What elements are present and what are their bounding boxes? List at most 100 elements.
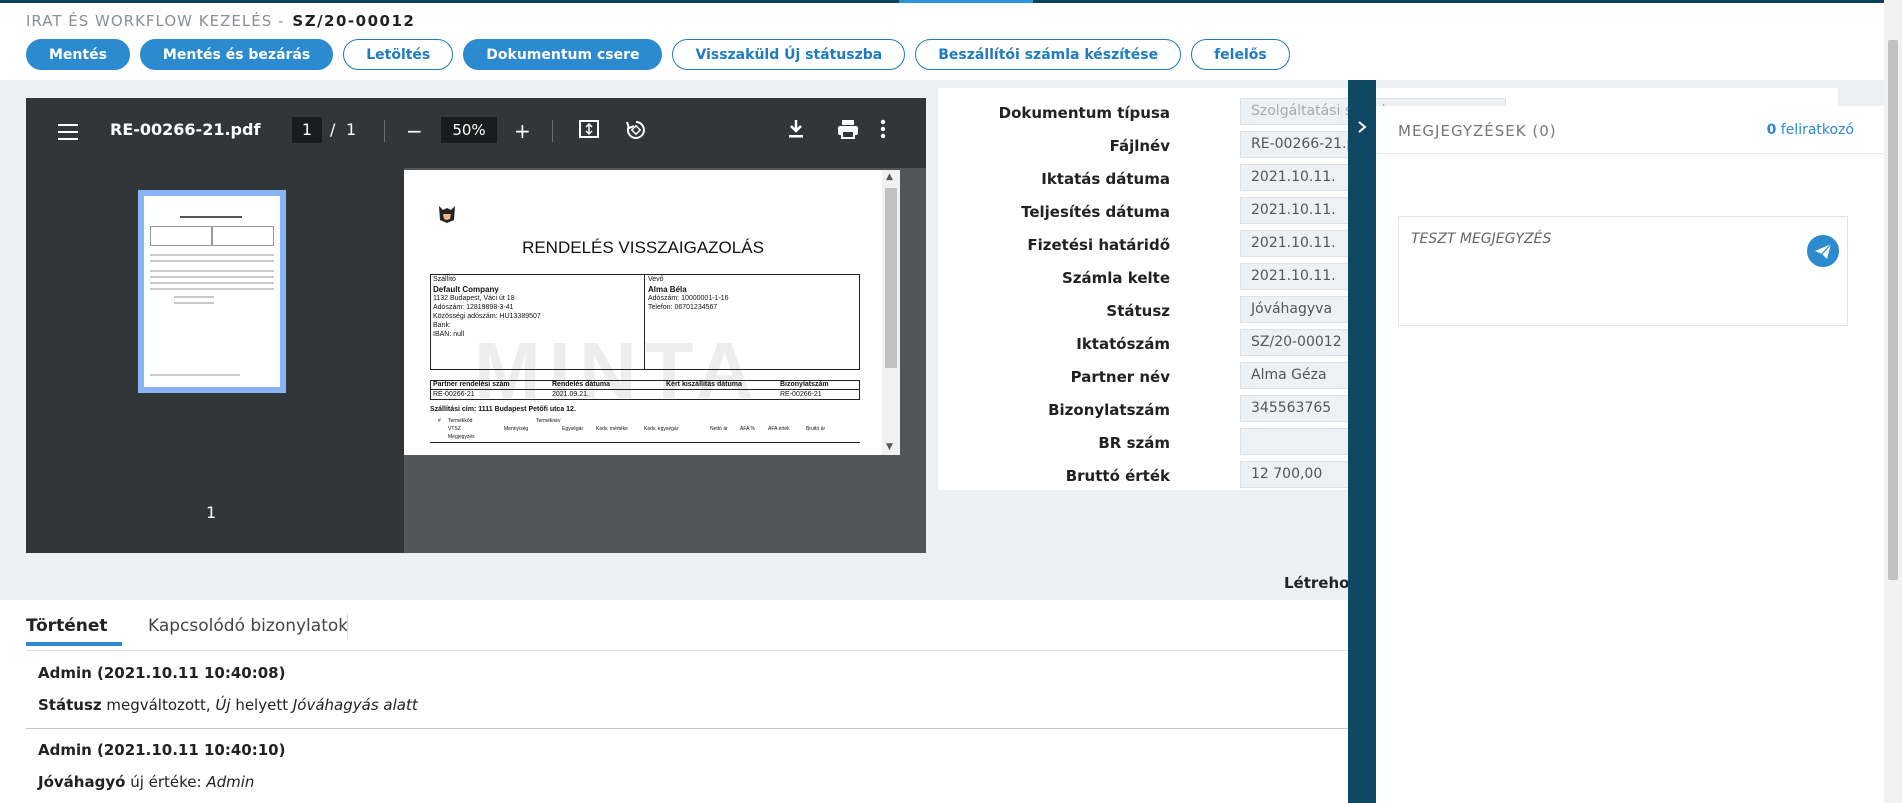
send-note-button[interactable] — [1807, 235, 1839, 267]
page-scroll-thumb[interactable] — [1888, 40, 1898, 580]
history-text: megváltozott, — [101, 696, 216, 714]
history-new-value: Admin — [206, 773, 255, 791]
col-header: ÁFA % — [740, 426, 756, 432]
page-scrollbar[interactable] — [1884, 0, 1902, 803]
notes-collapse-bar[interactable] — [1348, 80, 1376, 803]
download-icon[interactable] — [786, 118, 806, 146]
seller-name: Default Company — [433, 285, 499, 294]
save-button[interactable]: Mentés — [26, 39, 130, 70]
action-toolbar: Mentés Mentés és bezárás Letöltés Dokume… — [26, 39, 1290, 70]
send-back-status-button[interactable]: Visszaküld Új státuszba — [672, 39, 906, 70]
subscriber-label: feliratkozó — [1776, 122, 1854, 138]
col-header: Megjegyzés — [448, 434, 475, 440]
note-input[interactable]: TESZT MEGJEGYZÉS — [1398, 216, 1848, 326]
col-header: Termékkód — [448, 418, 473, 424]
col-header: Kedv. mértéke — [596, 426, 628, 432]
tab-related-documents[interactable]: Kapcsolódó bizonylatok — [148, 612, 348, 646]
page-total: 1 — [346, 120, 357, 139]
buyer-name: Alma Béla — [648, 285, 687, 294]
field-label: Státusz — [1106, 302, 1170, 320]
subscriber-count: 0 — [1766, 122, 1777, 138]
col-header: Nettó ár — [710, 426, 728, 432]
history-entry-header: Admin (2021.10.11 10:40:10) — [38, 741, 286, 759]
col-header: ÁFA érték — [768, 426, 790, 432]
col-header: Mennyiség — [504, 426, 529, 432]
tab-divider — [347, 614, 348, 640]
notes-header: MEGJEGYZÉSEK (0) 0 feliratkozó — [1376, 106, 1884, 154]
scroll-up-icon[interactable]: ▲ — [886, 172, 893, 182]
document-title: RENDELÉS VISSZAIGAZOLÁS — [522, 238, 764, 257]
shipping-address: Szállítási cím: 1111 Budapest Petőfi utc… — [430, 406, 576, 413]
download-button[interactable]: Letöltés — [343, 39, 454, 70]
pdf-scroll-thumb[interactable] — [885, 188, 897, 368]
top-accent-line — [0, 0, 1902, 3]
replace-document-button[interactable]: Dokumentum csere — [463, 39, 663, 70]
history-new-value: Jóváhagyás alatt — [292, 696, 418, 714]
history-top-divider — [26, 650, 1348, 651]
responsible-button[interactable]: felelős — [1191, 39, 1290, 70]
zoom-level-input[interactable]: 50% — [441, 117, 497, 143]
create-supplier-invoice-button[interactable]: Beszállítói számla készítése — [915, 39, 1182, 70]
pdf-filename: RE-00266-21.pdf — [110, 120, 261, 139]
col-header: VTSZ — [448, 426, 461, 432]
bottom-tabs: Történet Kapcsolódó bizonylatok — [26, 612, 374, 646]
field-label: Bruttó érték — [1065, 467, 1170, 485]
fit-page-icon[interactable] — [578, 118, 600, 146]
history-old-value: Új — [215, 696, 231, 714]
seller-label: Szállító — [433, 276, 456, 283]
history-entry-body: Jóváhagyó új értéke: Admin — [38, 773, 254, 791]
field-label: Bizonylatszám — [1048, 401, 1170, 419]
zoom-in-icon[interactable]: + — [514, 118, 531, 144]
seller-line: Közösségi adószám: HU13389507 — [433, 313, 541, 320]
toolbar-divider — [552, 120, 553, 142]
ref-value: RE-00266-21 — [780, 391, 822, 398]
col-header: Kedv. egységár — [644, 426, 679, 432]
zoom-out-icon[interactable]: − — [406, 118, 423, 144]
subscribers-link[interactable]: 0 feliratkozó — [1767, 122, 1854, 138]
page-title: IRAT ÉS WORKFLOW KEZELÉS - SZ/20-00012 — [26, 12, 415, 30]
history-separator — [26, 728, 1348, 729]
more-options-icon[interactable] — [880, 118, 886, 146]
field-label: Dokumentum típusa — [998, 104, 1170, 122]
field-label: Fájlnév — [1109, 137, 1170, 155]
thumbnail-page-number: 1 — [206, 503, 217, 522]
items-header-line — [430, 442, 860, 443]
notes-panel: MEGJEGYZÉSEK (0) 0 feliratkozó TESZT MEG… — [1376, 106, 1884, 803]
field-label: Partner név — [1070, 368, 1170, 386]
save-and-close-button[interactable]: Mentés és bezárás — [139, 39, 334, 70]
ref-header: Kért kiszállítás dátuma — [666, 381, 742, 388]
rotate-icon[interactable] — [624, 118, 648, 148]
col-header: Bruttó ár — [806, 426, 826, 432]
note-text: TESZT MEGJEGYZÉS — [1411, 231, 1552, 247]
page-thumbnail[interactable] — [138, 190, 286, 393]
reference-table-line — [430, 389, 860, 390]
page-number-input[interactable]: 1 — [292, 117, 322, 143]
page-separator: / — [330, 120, 336, 139]
scroll-down-icon[interactable]: ▼ — [886, 442, 893, 452]
print-icon[interactable] — [836, 118, 860, 146]
pdf-scrollbar[interactable]: ▲ ▼ — [882, 170, 900, 455]
active-tab-indicator — [899, 0, 1033, 3]
notes-title: MEGJEGYZÉSEK (0) — [1398, 122, 1557, 140]
field-label: Iktatószám — [1076, 335, 1170, 353]
party-divider — [644, 274, 645, 370]
field-label: Teljesítés dátuma — [1021, 203, 1170, 221]
seller-line: Bank: — [433, 322, 451, 329]
field-label: BR szám — [1098, 434, 1170, 452]
history-entry-body: Státusz megváltozott, Új helyett Jóváhag… — [38, 696, 418, 714]
history-entry-header: Admin (2021.10.11 10:40:08) — [38, 664, 286, 682]
col-header: Terméknév — [536, 418, 561, 424]
ref-value: 2021.09.21. — [552, 391, 589, 398]
buyer-line: Adószám: 10000001-1-16 — [648, 295, 729, 302]
ref-value: RE-00266-21 — [433, 391, 475, 398]
company-logo-icon — [439, 206, 455, 223]
ref-header: Partner rendelési szám — [433, 381, 510, 388]
menu-icon[interactable] — [58, 124, 78, 140]
history-field-name: Jóváhagyó — [38, 773, 126, 791]
buyer-line: Telefon: 06701234567 — [648, 304, 718, 311]
seller-line: IBAN: null — [433, 331, 465, 338]
tab-history[interactable]: Történet — [26, 612, 122, 646]
pdf-toolbar: RE-00266-21.pdf 1 / 1 − 50% + — [26, 98, 926, 168]
chevron-right-icon[interactable] — [1357, 120, 1367, 138]
col-header: # — [438, 418, 441, 424]
